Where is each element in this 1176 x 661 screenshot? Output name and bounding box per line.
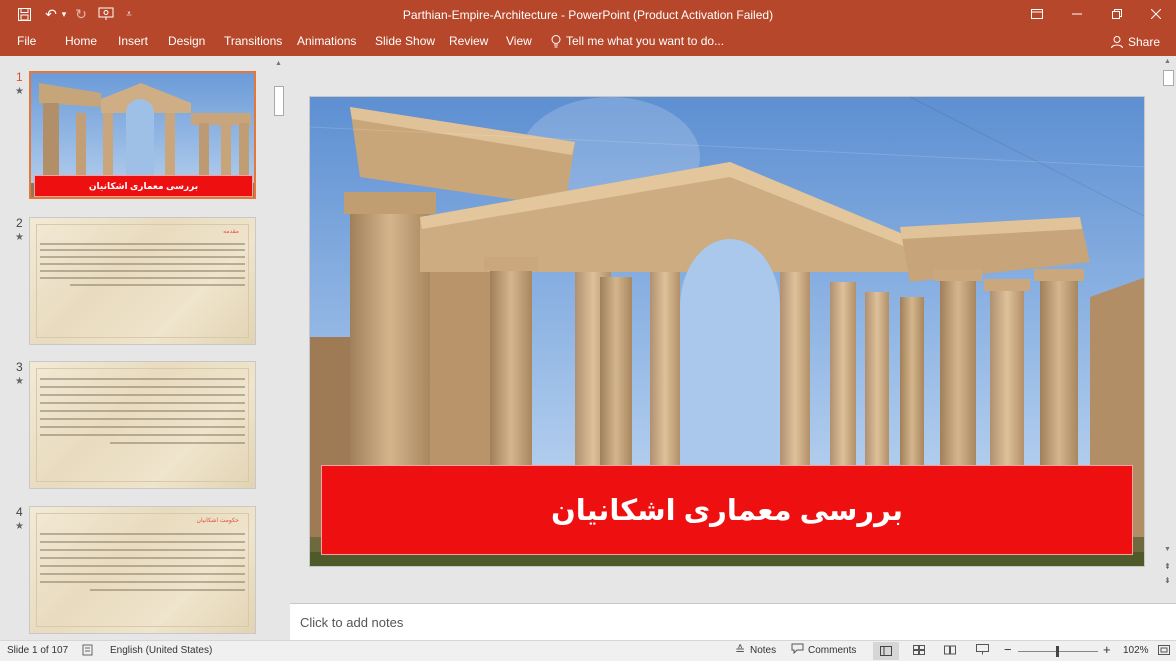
text-line (40, 418, 245, 420)
slide-thumbnail-3[interactable] (29, 361, 256, 489)
text-line (40, 243, 245, 245)
lightbulb-icon (551, 34, 561, 47)
thumbnail-number: 1 (16, 70, 23, 84)
slide-sorter-view-icon[interactable] (913, 644, 925, 658)
text-line (40, 581, 245, 583)
notes-button[interactable]: Notes (750, 645, 776, 656)
comments-button[interactable]: Comments (808, 645, 856, 656)
scroll-up-icon[interactable]: ▲ (1164, 58, 1171, 65)
thumbnail-number: 2 (16, 216, 23, 230)
tab-file[interactable]: File (17, 34, 36, 48)
scroll-down-icon[interactable]: ▼ (1164, 546, 1171, 553)
text-line (40, 249, 245, 251)
thumbnail-heading: حکومت اشکانیان (196, 518, 239, 524)
tab-animations[interactable]: Animations (297, 34, 356, 48)
previous-slide-icon[interactable]: ⇞ (1164, 562, 1171, 571)
text-line (90, 589, 245, 591)
animation-star-icon: ★ (15, 232, 24, 243)
thumbnail-number: 4 (16, 505, 23, 519)
text-line (40, 410, 245, 412)
tell-me-label: Tell me what you want to do... (566, 34, 725, 48)
animation-star-icon: ★ (15, 376, 24, 387)
share-button[interactable]: Share (1110, 32, 1160, 52)
slide-thumbnail-2[interactable]: مقدمه (29, 217, 256, 345)
text-line (40, 541, 245, 543)
scroll-up-icon[interactable]: ▲ (275, 60, 282, 67)
slide-title-banner[interactable]: بررسی معماری اشکانیان (321, 465, 1133, 555)
text-line (40, 394, 245, 396)
ribbon-display-options-icon[interactable] (1017, 0, 1057, 28)
person-icon (1111, 36, 1123, 49)
tell-me-box[interactable]: Tell me what you want to do... (551, 34, 724, 48)
close-icon[interactable] (1136, 0, 1176, 28)
comments-icon (791, 643, 804, 657)
slide-scrollbar[interactable]: ▲ ▼ ⇞ ⇟ (1162, 56, 1176, 602)
minimize-icon[interactable] (1057, 0, 1097, 28)
text-line (40, 256, 245, 258)
thumbnail-frame (36, 224, 249, 338)
slide-scroll-thumb[interactable] (1163, 70, 1174, 86)
reading-view-icon[interactable] (944, 644, 956, 658)
next-slide-icon[interactable]: ⇟ (1164, 576, 1171, 585)
window-title: Parthian-Empire-Architecture - PowerPoin… (402, 8, 774, 22)
text-line (40, 277, 245, 279)
powerpoint-window: { "window": {"title": "Parthian-Empire-A… (0, 0, 1176, 661)
thumbnail-frame (36, 513, 249, 627)
zoom-out-button[interactable]: − (1004, 642, 1012, 657)
slide-thumbnail-4[interactable]: حکومت اشکانیان (29, 506, 256, 634)
zoom-slider-thumb[interactable] (1056, 646, 1059, 657)
thumbnails-scroll-thumb[interactable] (274, 86, 284, 116)
text-line (70, 284, 245, 286)
tab-design[interactable]: Design (168, 34, 205, 48)
text-line (40, 402, 245, 404)
thumbnails-scrollbar[interactable] (273, 72, 285, 632)
thumbnail-title: بررسی معماری اشکانیان (34, 175, 253, 197)
thumbnail-heading: مقدمه (223, 229, 239, 235)
zoom-in-button[interactable]: + (1103, 642, 1111, 657)
slide-counter: Slide 1 of 107 (7, 645, 69, 656)
ribbon-tabs: File Home Insert Design Transitions Anim… (0, 28, 1176, 56)
slide-thumbnail-1[interactable]: بررسی معماری اشکانیان (29, 71, 256, 199)
tab-slide-show[interactable]: Slide Show (375, 34, 435, 48)
zoom-level[interactable]: 102% (1123, 645, 1149, 656)
thumbnail-number: 3 (16, 360, 23, 374)
text-line (40, 263, 245, 265)
spell-check-icon[interactable] (82, 644, 94, 659)
animation-star-icon: ★ (15, 86, 24, 97)
tab-transitions[interactable]: Transitions (224, 34, 282, 48)
notes-icon: ≙ (735, 643, 746, 657)
text-line (40, 426, 245, 428)
text-line (40, 573, 245, 575)
text-line (40, 549, 245, 551)
text-line (40, 533, 245, 535)
slide-show-view-icon[interactable] (976, 644, 989, 658)
text-line (40, 565, 245, 567)
share-label: Share (1128, 35, 1161, 49)
text-line (40, 434, 245, 436)
title-bar: ↶ ▾ ↻ ⩡ Parthian-Empire-Architecture - P… (0, 0, 1176, 28)
text-line (40, 270, 245, 272)
animation-star-icon: ★ (15, 521, 24, 532)
status-bar: Slide 1 of 107 English (United States) ≙… (0, 640, 1176, 661)
tab-review[interactable]: Review (449, 34, 488, 48)
tab-insert[interactable]: Insert (118, 34, 148, 48)
language-indicator[interactable]: English (United States) (110, 645, 212, 656)
fit-slide-icon[interactable] (1158, 644, 1170, 658)
text-line (40, 378, 245, 380)
text-line (110, 442, 245, 444)
text-line (40, 557, 245, 559)
notes-placeholder: Click to add notes (300, 615, 404, 630)
notes-pane[interactable]: Click to add notes (290, 603, 1176, 641)
restore-icon[interactable] (1097, 0, 1137, 28)
tab-home[interactable]: Home (65, 34, 97, 48)
tab-view[interactable]: View (506, 34, 532, 48)
text-line (40, 386, 245, 388)
normal-view-icon[interactable] (873, 642, 899, 660)
